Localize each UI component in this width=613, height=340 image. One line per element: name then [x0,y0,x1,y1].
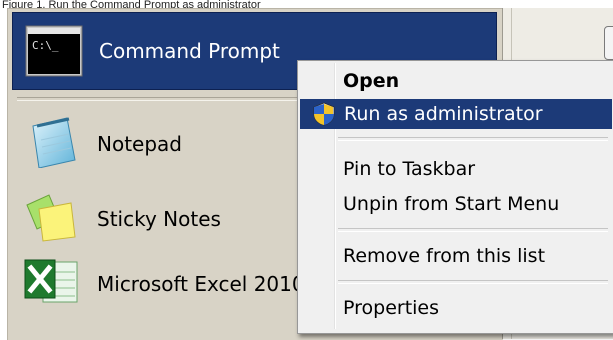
start-item-label: Command Prompt [99,39,280,63]
command-prompt-icon: C:\_ [25,25,83,77]
start-item-label: Microsoft Excel 2010 [97,272,305,296]
context-menu: Open Run as administrator Pin to Taskbar… [297,60,613,334]
context-separator [338,228,608,232]
notepad-icon [32,117,76,168]
right-pane-button[interactable] [604,26,613,60]
context-item-unpin-from-start-menu[interactable]: Unpin from Start Menu [300,189,612,219]
uac-shield-icon [313,102,335,126]
context-item-open[interactable]: Open [300,66,612,96]
context-item-label: Unpin from Start Menu [343,193,560,215]
start-item-label: Notepad [97,132,182,156]
cmd-icon-text: C:\_ [32,39,59,52]
context-item-run-as-administrator[interactable]: Run as administrator [300,99,612,129]
context-separator [338,280,608,284]
context-item-remove-from-list[interactable]: Remove from this list [300,241,612,271]
context-item-label: Open [343,70,400,92]
start-item-label: Sticky Notes [97,207,221,231]
context-separator [338,137,608,141]
sticky-notes-icon [26,194,76,242]
context-item-label: Pin to Taskbar [343,158,476,180]
context-item-label: Remove from this list [343,245,546,267]
context-item-properties[interactable]: Properties [300,293,612,323]
excel-icon [24,259,78,303]
context-item-pin-to-taskbar[interactable]: Pin to Taskbar [300,154,612,184]
context-item-label: Run as administrator [344,103,543,125]
context-item-label: Properties [343,297,440,319]
